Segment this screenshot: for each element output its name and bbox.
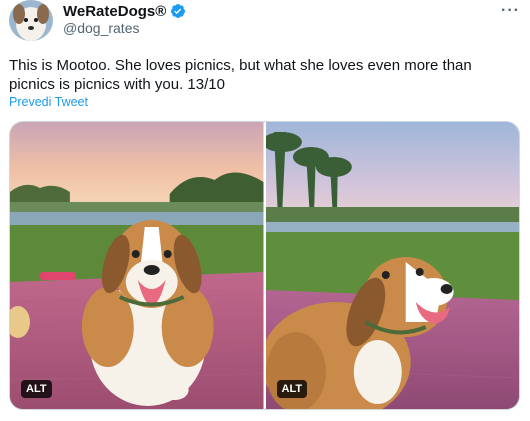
tweet-text-line-1: This is Mootoo. She loves picnics, but w… <box>9 57 472 74</box>
alt-text-badge-1[interactable]: ALT <box>21 380 52 398</box>
tweet-text-line-2: picnics is picnics with you. 13/10 <box>9 76 225 93</box>
author-handle[interactable]: @dog_rates <box>63 20 139 36</box>
verified-badge-icon <box>170 3 186 19</box>
more-options-icon[interactable]: ··· <box>501 2 520 20</box>
author-display-name[interactable]: WeRateDogs® <box>63 3 166 20</box>
tweet-photo-1[interactable]: ALT <box>10 122 264 409</box>
alt-text-badge-2[interactable]: ALT <box>276 380 308 398</box>
translate-tweet-link[interactable]: Prevedi Tweet <box>9 95 88 109</box>
tweet-photo-2[interactable]: ALT <box>265 122 519 409</box>
author-avatar[interactable] <box>9 0 53 41</box>
author-name-row[interactable]: WeRateDogs® <box>63 1 186 21</box>
tweet-media-grid: ALT ALT <box>9 121 520 410</box>
tweet-text: This is Mootoo. She loves picnics, but w… <box>9 56 519 94</box>
